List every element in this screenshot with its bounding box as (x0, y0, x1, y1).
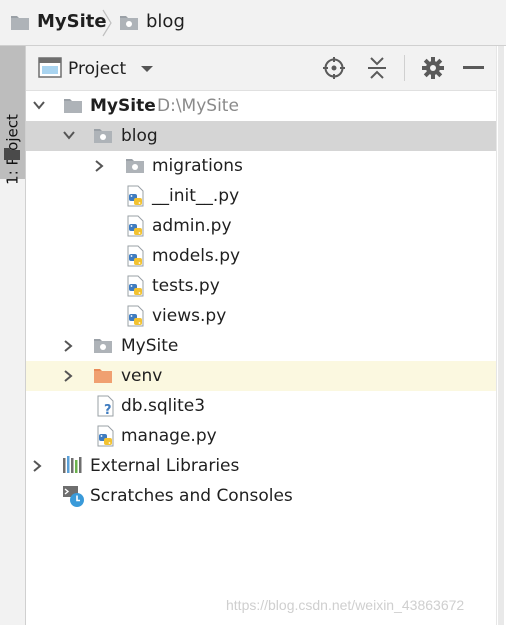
tree-row-external-libraries[interactable]: External Libraries (26, 451, 496, 481)
breadcrumb-project[interactable]: MySite (37, 11, 107, 33)
gear-icon[interactable] (421, 56, 445, 80)
tree-label-mysite: MySite (121, 336, 179, 356)
folder-icon (4, 148, 20, 160)
project-folder-icon (9, 13, 31, 31)
tree-label-file: views.py (152, 306, 227, 326)
unknown-file-icon (96, 395, 116, 417)
chevron-down-icon[interactable] (139, 63, 155, 75)
libraries-icon (63, 456, 82, 473)
tree-row-file[interactable]: __init__.py (26, 181, 496, 211)
python-file-icon (126, 305, 146, 327)
package-folder-icon (118, 13, 140, 31)
project-view-selector[interactable]: Project (68, 58, 126, 80)
tree-row-scratches[interactable]: Scratches and Consoles (26, 481, 496, 511)
python-file-icon (96, 425, 116, 447)
package-folder-icon (92, 126, 114, 144)
scrollbar-thumb[interactable] (498, 46, 504, 625)
chevron-down-icon[interactable] (62, 129, 76, 141)
locate-icon[interactable] (322, 56, 346, 80)
tree-row-manage[interactable]: manage.py (26, 421, 496, 451)
tree-label-manage: manage.py (121, 426, 217, 446)
chevron-right-icon[interactable] (31, 459, 43, 473)
tree-row-migrations[interactable]: migrations (26, 151, 496, 181)
chevron-right-icon[interactable] (62, 339, 74, 353)
tree-label-file: models.py (152, 246, 241, 266)
chevron-right-icon[interactable] (93, 159, 105, 173)
excluded-folder-icon (92, 366, 114, 384)
python-file-icon (126, 245, 146, 267)
tree-row-file[interactable]: admin.py (26, 211, 496, 241)
tree-root-label: MySite (90, 96, 156, 116)
project-folder-icon (62, 96, 84, 114)
tree-row-file[interactable]: views.py (26, 301, 496, 331)
navigation-bar: MySite blog (0, 0, 506, 46)
watermark: https://blog.csdn.net/weixin_43863672 (226, 597, 465, 613)
python-file-icon (126, 185, 146, 207)
breadcrumb-separator-icon (102, 9, 112, 37)
tree-label-db: db.sqlite3 (121, 396, 206, 416)
scratches-icon (63, 486, 84, 507)
tree-label-file: tests.py (152, 276, 220, 296)
project-view-icon (38, 57, 62, 78)
breadcrumb-folder[interactable]: blog (146, 11, 185, 33)
package-folder-icon (92, 336, 114, 354)
tree-row-file[interactable]: models.py (26, 241, 496, 271)
toolbar-divider (404, 55, 405, 81)
tree-row-mysite-package[interactable]: MySite (26, 331, 496, 361)
tree-label-scratches: Scratches and Consoles (90, 486, 293, 506)
tree-root-path: D:\MySite (157, 96, 239, 116)
tree-label-blog: blog (121, 126, 158, 146)
tree-label-file: admin.py (152, 216, 232, 236)
python-file-icon (126, 215, 146, 237)
tree-label-migrations: migrations (152, 156, 243, 176)
tree-label-external-libraries: External Libraries (90, 456, 240, 476)
tree-row-root[interactable]: MySite D:\MySite (26, 91, 496, 121)
tree-row-db[interactable]: db.sqlite3 (26, 391, 496, 421)
python-file-icon (126, 275, 146, 297)
tree-row-venv[interactable]: venv (26, 361, 496, 391)
package-folder-icon (124, 156, 146, 174)
minimize-icon[interactable] (463, 65, 485, 71)
tree-row-file[interactable]: tests.py (26, 271, 496, 301)
tree-label-file: __init__.py (152, 186, 240, 206)
collapse-all-icon[interactable] (366, 56, 388, 80)
chevron-right-icon[interactable] (62, 369, 74, 383)
chevron-down-icon[interactable] (32, 99, 46, 111)
project-tree: MySite D:\MySite blog migrations __init_… (26, 91, 496, 625)
tree-row-blog[interactable]: blog (26, 121, 496, 151)
tree-label-venv: venv (121, 366, 163, 386)
project-tool-tab[interactable]: 1: Project (0, 46, 25, 185)
